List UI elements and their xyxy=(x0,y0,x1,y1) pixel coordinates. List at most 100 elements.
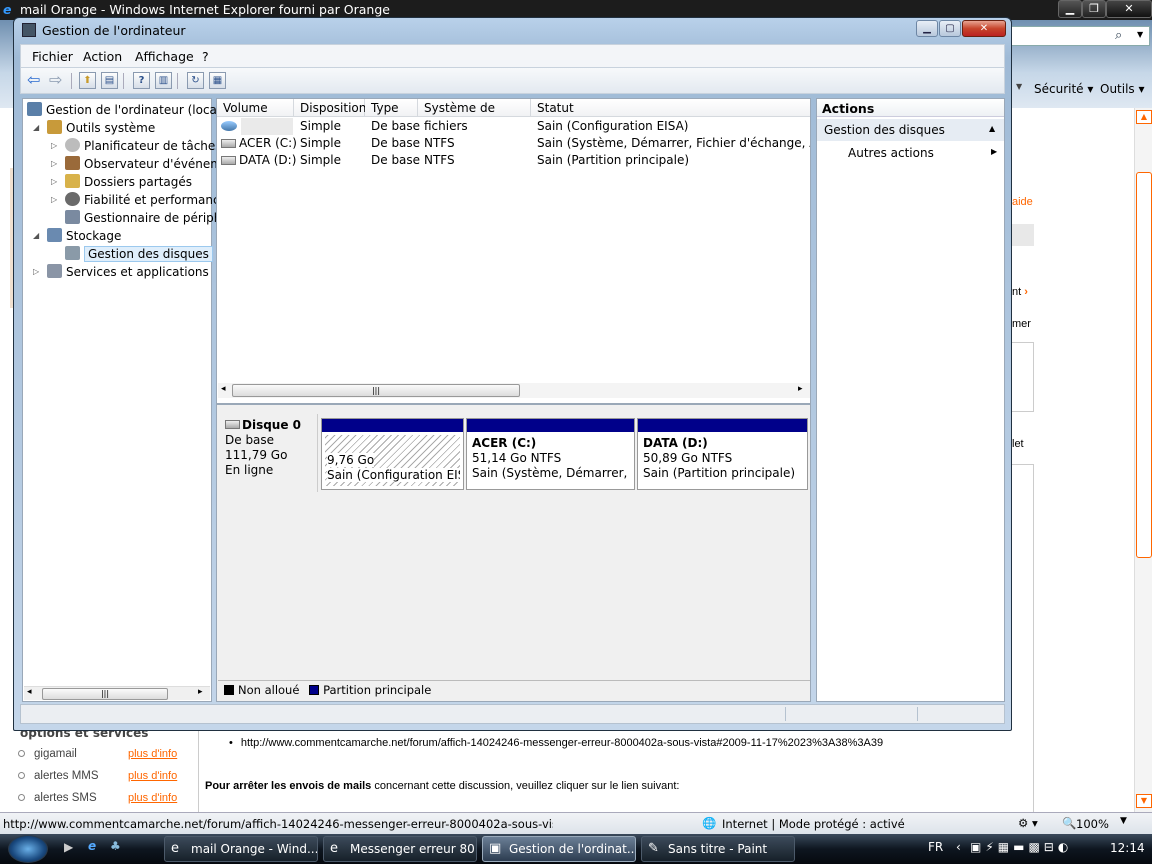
zoom-dropdown-icon[interactable]: ▼ xyxy=(1120,816,1127,826)
partition-acer-c[interactable]: ACER (C:) 51,14 Go NTFS Sain (Système, Dém… xyxy=(466,418,635,490)
scroll-thumb[interactable]: ||| xyxy=(232,384,520,397)
expand-icon[interactable]: ▷ xyxy=(51,137,57,155)
show-desktop-icon[interactable]: ▶ xyxy=(64,840,73,854)
task-messenger[interactable]: e Messenger erreur 80... xyxy=(323,836,477,862)
clock[interactable]: 12:14 xyxy=(1110,841,1145,855)
performance-icon xyxy=(65,192,80,206)
tree-item-services-applications[interactable]: ▷ Services et applications xyxy=(33,263,209,281)
taskbar: ▶ e ♣ e mail Orange - Wind... e Messenger … xyxy=(0,834,1152,864)
tree-item-storage[interactable]: ◢ Stockage xyxy=(33,227,121,245)
zoom-level[interactable]: 100% xyxy=(1076,817,1109,831)
expand-icon[interactable]: ▷ xyxy=(51,155,57,173)
tree-item-task-scheduler[interactable]: ▷ Planificateur de tâches xyxy=(51,137,222,155)
column-header-status[interactable]: Statut xyxy=(531,99,810,117)
more-info-link[interactable]: plus d'info xyxy=(128,792,177,804)
column-header-filesystem[interactable]: Système de fichiers xyxy=(418,99,531,133)
task-computer-management[interactable]: ▣ Gestion de l'ordinat... xyxy=(482,836,636,862)
table-row[interactable]: DATA (D:) Simple De base NTFS Sain (Part… xyxy=(217,152,810,169)
radio-icon[interactable] xyxy=(18,750,25,757)
expand-icon[interactable]: ▷ xyxy=(51,173,57,191)
page-fragment-aide[interactable]: aide xyxy=(1012,196,1033,208)
scroll-left-icon[interactable]: ◂ xyxy=(221,384,226,394)
ie-search-box[interactable]: ⌕ ▼ xyxy=(1010,26,1150,46)
status-zone[interactable]: Internet | Mode protégé : activé xyxy=(722,817,905,831)
ie-vertical-scrollbar[interactable]: ▲ ▼ xyxy=(1134,108,1152,812)
menu-help[interactable]: ? xyxy=(202,49,209,64)
tree-item-reliability-performance[interactable]: ▷ Fiabilité et performance xyxy=(51,191,227,209)
search-dropdown-icon[interactable]: ▼ xyxy=(1137,30,1143,39)
menu-affichage[interactable]: Affichage xyxy=(135,49,194,64)
ie-minimize-button[interactable]: ▁ xyxy=(1058,0,1082,18)
start-button[interactable] xyxy=(8,835,48,863)
ie-maximize-button[interactable]: ❐ xyxy=(1082,0,1106,18)
column-header-type[interactable]: Type xyxy=(365,99,418,117)
console-tree: Gestion de l'ordinateur (local) ◢ Outils… xyxy=(22,98,229,702)
table-row[interactable]: ACER (C:) Simple De base NTFS Sain (Syst… xyxy=(217,135,810,152)
disk-management-icon xyxy=(65,246,80,260)
computer-management-window: Gestion de l'ordinateur ▁ ▢ ✕ Fichier Ac… xyxy=(13,17,1012,731)
task-paint[interactable]: ✎ Sans titre - Paint xyxy=(641,836,795,862)
expand-icon[interactable]: ▷ xyxy=(51,191,57,209)
tree-item-computer-management[interactable]: Gestion de l'ordinateur (local) xyxy=(27,101,225,119)
tree-item-disk-management[interactable]: Gestion des disques xyxy=(65,245,213,263)
ie-close-button[interactable]: ✕ xyxy=(1106,0,1152,18)
tree-item-device-manager[interactable]: Gestionnaire de périphé xyxy=(65,209,229,227)
tree-item-system-tools[interactable]: ◢ Outils système xyxy=(33,119,155,137)
partition-data-d[interactable]: DATA (D:) 50,89 Go NTFS Sain (Partition pr… xyxy=(637,418,808,490)
properties-icon[interactable]: ▦ xyxy=(209,72,226,89)
help-icon[interactable]: ? xyxy=(133,72,150,89)
scroll-thumb[interactable] xyxy=(1136,172,1152,558)
forward-icon[interactable]: ⇨ xyxy=(49,70,62,89)
show-hide-tree-icon[interactable]: ▤ xyxy=(101,72,118,89)
scroll-left-icon[interactable]: ◂ xyxy=(27,687,32,697)
mail-link-item: • http://www.commentcamarche.net/forum/af… xyxy=(229,737,884,749)
mail-url-link[interactable]: http://www.commentcamarche.net/forum/aff… xyxy=(241,737,883,749)
up-folder-icon[interactable]: ⬆ xyxy=(79,72,96,89)
back-icon[interactable]: ⇦ xyxy=(27,70,40,89)
radio-icon[interactable] xyxy=(18,772,25,779)
scroll-thumb[interactable]: ||| xyxy=(42,688,168,700)
disk-0-label[interactable]: Disque 0 De base 111,79 Go En ligne xyxy=(218,414,318,492)
column-header-layout[interactable]: Disposition xyxy=(294,99,366,117)
tree-item-event-viewer[interactable]: ▷ Observateur d'événeme xyxy=(51,155,229,173)
minimize-button[interactable]: ▁ xyxy=(916,20,938,37)
refresh-icon[interactable]: ↻ xyxy=(187,72,204,89)
zoom-icon[interactable]: 🔍 xyxy=(1062,816,1076,830)
column-header-volume[interactable]: Volume xyxy=(217,99,294,117)
tools-menu[interactable]: Outils ▾ xyxy=(1100,82,1145,96)
ie-quicklaunch-icon[interactable]: e xyxy=(88,839,96,853)
collapse-up-icon[interactable]: ▲ xyxy=(989,124,995,133)
tray-expand-icon[interactable]: ‹ xyxy=(956,840,961,854)
more-actions-item[interactable]: Autres actions ▶ xyxy=(817,143,1004,163)
tray-icons[interactable]: ▣⚡▦▬▩⊟◐ xyxy=(970,840,1072,854)
tree-item-shared-folders[interactable]: ▷ Dossiers partagés xyxy=(51,173,192,191)
table-row[interactable]: Simple De base Sain (Configuration EISA) xyxy=(217,118,810,135)
scroll-up-icon[interactable]: ▲ xyxy=(1136,110,1152,124)
messenger-quicklaunch-icon[interactable]: ♣ xyxy=(110,839,121,853)
maximize-button[interactable]: ▢ xyxy=(939,20,961,37)
language-indicator[interactable]: FR xyxy=(928,840,943,854)
search-icon[interactable]: ⌕ xyxy=(1115,28,1122,43)
scroll-down-icon[interactable]: ▼ xyxy=(1136,794,1152,808)
security-menu[interactable]: Sécurité ▾ xyxy=(1034,82,1093,96)
more-info-link[interactable]: plus d'info xyxy=(128,748,177,760)
menu-action[interactable]: Action xyxy=(83,49,122,64)
radio-icon[interactable] xyxy=(18,794,25,801)
expand-icon[interactable]: ▷ xyxy=(33,263,39,281)
collapse-icon[interactable]: ◢ xyxy=(33,119,39,137)
scroll-right-icon[interactable]: ▸ xyxy=(798,384,803,394)
actions-section-disk-management[interactable]: Gestion des disques ▲ xyxy=(817,119,1004,141)
close-button[interactable]: ✕ xyxy=(962,20,1006,37)
scroll-right-icon[interactable]: ▸ xyxy=(198,687,203,697)
partition-eisa[interactable]: 9,76 Go Sain (Configuration EISA xyxy=(321,418,464,490)
more-info-link[interactable]: plus d'info xyxy=(128,770,177,782)
page-fragment-nt[interactable]: nt › xyxy=(1012,286,1042,298)
collapse-icon[interactable]: ◢ xyxy=(33,227,39,245)
chevron-down-icon[interactable]: ▼ xyxy=(1016,82,1022,91)
protected-mode-icon[interactable]: ⚙ ▾ xyxy=(1018,816,1038,830)
show-hide-action-pane-icon[interactable]: ▥ xyxy=(155,72,172,89)
list-horizontal-scrollbar[interactable]: ◂ ||| ▸ xyxy=(218,383,810,398)
task-mail-orange[interactable]: e mail Orange - Wind... xyxy=(164,836,318,862)
menu-fichier[interactable]: Fichier xyxy=(32,49,73,64)
tree-horizontal-scrollbar[interactable]: ◂ ||| ▸ xyxy=(24,686,210,700)
